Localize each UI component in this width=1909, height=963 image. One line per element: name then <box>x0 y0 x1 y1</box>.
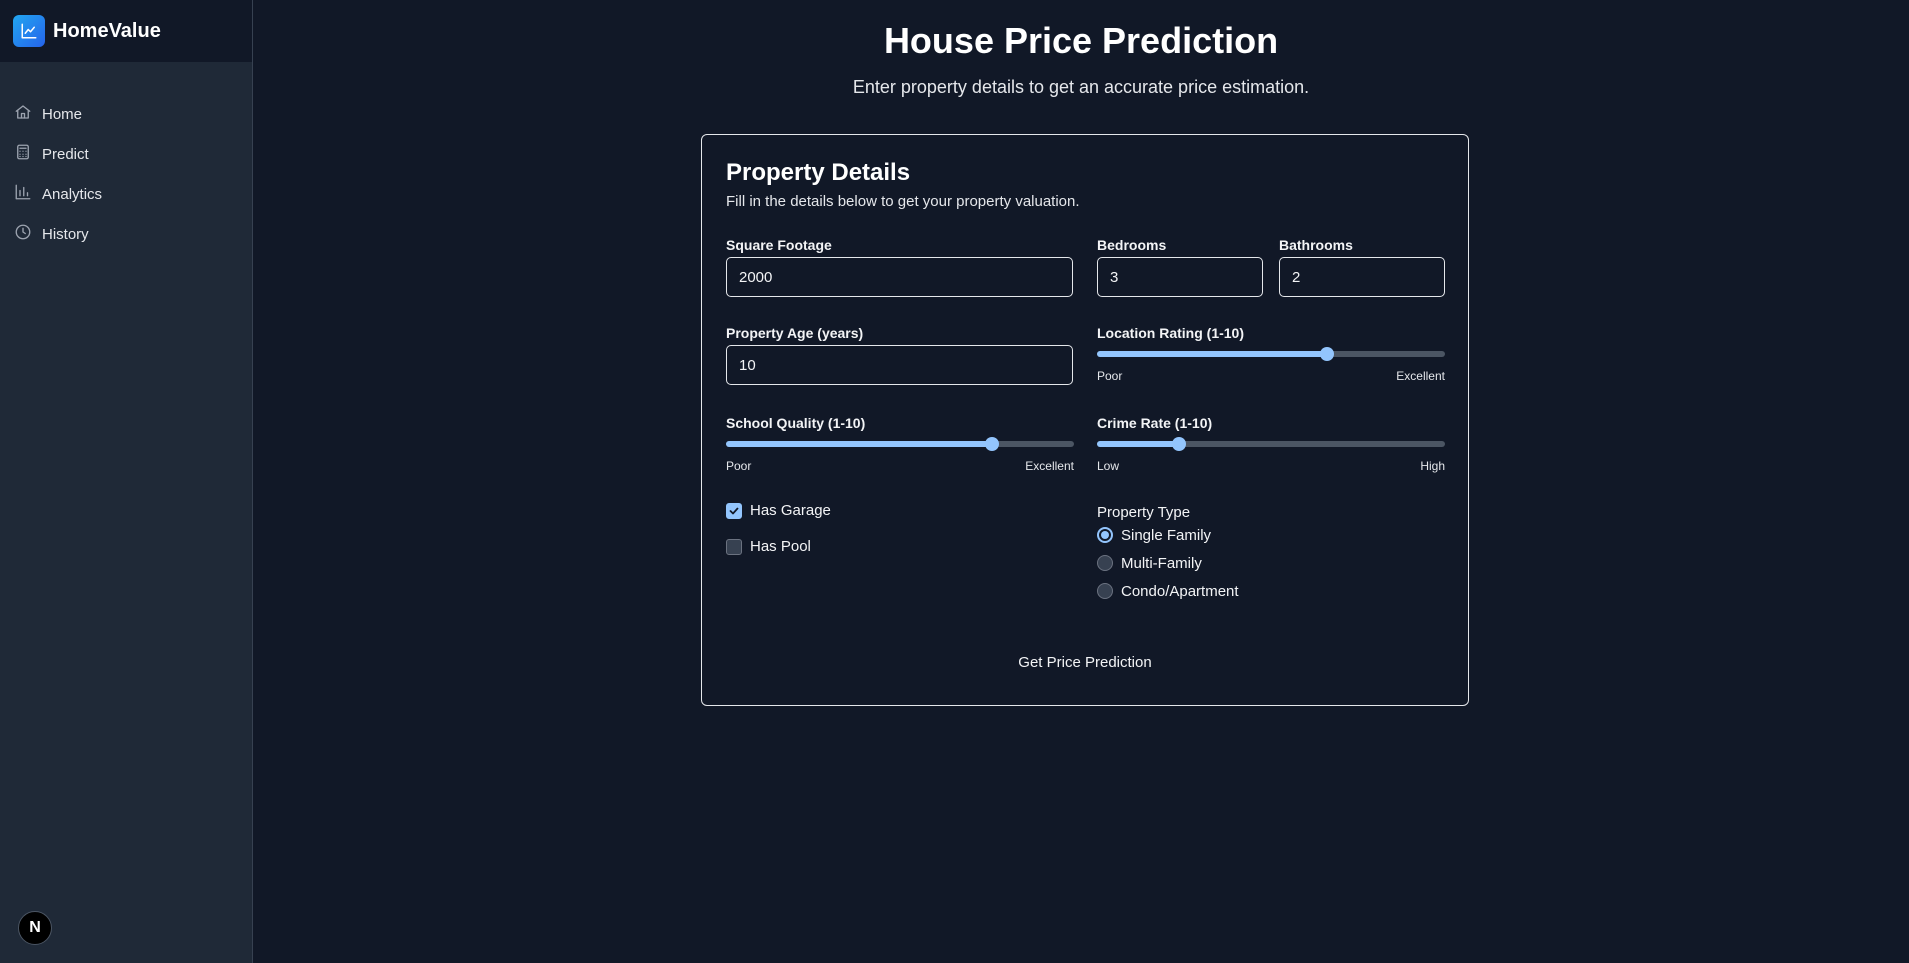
school-quality-group: School Quality (1-10) Poor Excellent <box>726 415 1074 473</box>
bedrooms-input[interactable]: 3 <box>1097 257 1263 297</box>
radio-single-family[interactable]: Single Family <box>1097 521 1445 549</box>
range-min-label: Poor <box>726 459 752 473</box>
range-max-label: Excellent <box>1396 369 1445 383</box>
main-content: House Price Prediction Enter property de… <box>253 0 1909 963</box>
sidebar-item-label: Analytics <box>42 185 103 203</box>
location-rating-slider[interactable] <box>1097 347 1445 361</box>
property-details-card: Property Details Fill in the details bel… <box>701 134 1469 706</box>
crime-rate-slider[interactable] <box>1097 437 1445 451</box>
range-min-label: Low <box>1097 459 1120 473</box>
square-footage-label: Square Footage <box>726 237 832 253</box>
school-range-labels: Poor Excellent <box>726 459 1074 473</box>
sidebar-item-predict[interactable]: Predict <box>0 134 252 174</box>
card-description: Fill in the details below to get your pr… <box>726 193 1080 210</box>
location-range-labels: Poor Excellent <box>1097 369 1445 383</box>
radio-multi-family[interactable]: Multi-Family <box>1097 549 1445 577</box>
has-garage-label: Has Garage <box>750 502 831 519</box>
sidebar-item-history[interactable]: History <box>0 214 252 254</box>
crime-range-labels: Low High <box>1097 459 1445 473</box>
card-title: Property Details <box>726 159 911 186</box>
has-garage-row[interactable]: Has Garage <box>726 502 831 519</box>
brand-name: HomeValue <box>53 19 161 42</box>
property-age-input[interactable]: 10 <box>726 345 1073 385</box>
radio-label: Multi-Family <box>1121 554 1202 572</box>
crime-rate-group: Crime Rate (1-10) Low High <box>1097 415 1445 473</box>
checkmark-icon <box>729 507 739 514</box>
crime-rate-label: Crime Rate (1-10) <box>1097 415 1213 431</box>
radio-button[interactable] <box>1097 527 1113 543</box>
radio-button[interactable] <box>1097 555 1113 571</box>
home-icon <box>14 103 32 125</box>
page-subtitle: Enter property details to get an accurat… <box>852 77 1310 97</box>
radio-button[interactable] <box>1097 583 1113 599</box>
radio-label: Condo/Apartment <box>1121 582 1239 600</box>
square-footage-group: Square Footage 2000 <box>726 237 1073 297</box>
school-quality-slider[interactable] <box>726 437 1074 451</box>
sidebar: HomeValue Home Predict Analytics History <box>0 0 253 963</box>
slider-fill <box>1097 441 1179 447</box>
range-max-label: Excellent <box>1025 459 1074 473</box>
slider-fill <box>1097 351 1327 357</box>
bathrooms-group: Bathrooms 2 <box>1279 237 1445 297</box>
property-type-label: Property Type <box>1097 504 1191 521</box>
has-pool-row[interactable]: Has Pool <box>726 538 811 555</box>
slider-thumb[interactable] <box>1171 437 1186 451</box>
property-age-label: Property Age (years) <box>726 325 864 341</box>
radio-label: Single Family <box>1121 526 1212 544</box>
dev-tools-badge[interactable]: N <box>18 911 52 945</box>
square-footage-input[interactable]: 2000 <box>726 257 1073 297</box>
school-quality-label: School Quality (1-10) <box>726 415 866 431</box>
bedrooms-group: Bedrooms 3 <box>1097 237 1263 297</box>
bathrooms-label: Bathrooms <box>1279 237 1353 253</box>
clock-icon <box>14 223 32 245</box>
brand[interactable]: HomeValue <box>0 0 252 62</box>
sidebar-item-analytics[interactable]: Analytics <box>0 174 252 214</box>
sidebar-nav: Home Predict Analytics History <box>0 94 252 254</box>
slider-fill <box>726 441 993 447</box>
has-garage-checkbox[interactable] <box>726 502 742 519</box>
slider-thumb[interactable] <box>985 437 1000 451</box>
calculator-icon <box>14 143 32 165</box>
sidebar-item-label: Predict <box>42 145 89 163</box>
location-rating-label: Location Rating (1-10) <box>1097 325 1245 341</box>
property-type-group: Property Type Single Family Multi-Family… <box>1097 504 1445 605</box>
page-title: House Price Prediction <box>883 20 1279 61</box>
bedrooms-label: Bedrooms <box>1097 237 1167 253</box>
has-pool-checkbox[interactable] <box>726 538 742 555</box>
sidebar-item-label: History <box>42 225 89 243</box>
slider-thumb[interactable] <box>1319 347 1334 361</box>
range-max-label: High <box>1420 459 1445 473</box>
range-min-label: Poor <box>1097 369 1123 383</box>
property-age-group: Property Age (years) 10 <box>726 325 1073 385</box>
has-pool-label: Has Pool <box>750 538 811 555</box>
location-rating-group: Location Rating (1-10) Poor Excellent <box>1097 325 1445 383</box>
bar-chart-icon <box>14 183 32 205</box>
sidebar-item-home[interactable]: Home <box>0 94 252 134</box>
get-price-prediction-button[interactable]: Get Price Prediction <box>702 654 1468 671</box>
radio-condo-apartment[interactable]: Condo/Apartment <box>1097 577 1445 605</box>
trending-chart-icon <box>13 15 45 47</box>
bathrooms-input[interactable]: 2 <box>1279 257 1445 297</box>
sidebar-item-label: Home <box>42 105 83 123</box>
